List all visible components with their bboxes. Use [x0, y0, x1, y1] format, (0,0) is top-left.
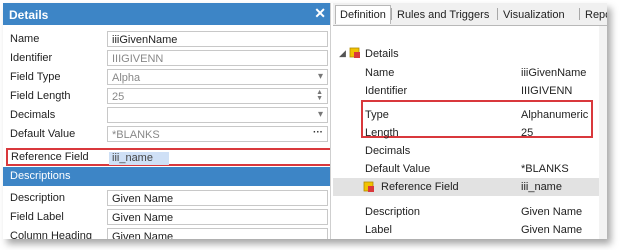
prop-row-type[interactable]: Type Alphanumeric	[333, 106, 607, 124]
tab-divider	[391, 8, 392, 20]
prop-key: Reference Field	[381, 181, 459, 193]
name-input[interactable]: iiiGivenName	[107, 31, 328, 47]
field-type-label: Field Type	[10, 71, 61, 83]
chevron-down-icon: ▾	[317, 109, 323, 120]
prop-row-length[interactable]: Length 25	[333, 124, 607, 142]
field-label-row: Field Label Given Name	[3, 208, 330, 227]
ellipsis-icon[interactable]: ···	[313, 127, 323, 138]
descriptions-section-title: Descriptions	[10, 170, 71, 182]
details-panel-header: Details ✕	[3, 3, 330, 25]
chevron-down-icon: ▾	[317, 71, 323, 82]
name-value: iiiGivenName	[112, 34, 178, 46]
tab-definition[interactable]: Definition	[335, 5, 391, 24]
prop-key: Name	[365, 67, 395, 79]
field-length-row: Field Length 25 ▲ ▼	[3, 87, 330, 106]
tab-rules-and-triggers[interactable]: Rules and Triggers	[393, 6, 493, 24]
column-heading-row: Column Heading Given Name	[3, 227, 330, 239]
reference-field-input[interactable]: iii_name	[109, 152, 169, 165]
field-type-value: Alpha	[112, 72, 141, 84]
prop-value: 25	[521, 127, 534, 139]
tab-visualization[interactable]: Visualization	[499, 6, 569, 24]
field-length-label: Field Length	[10, 90, 71, 102]
details-group-title: Details	[365, 48, 399, 60]
details-panel-title: Details	[9, 8, 49, 22]
details-panel: Details ✕ Name iiiGivenName Identifier I…	[3, 3, 331, 239]
prop-row-identifier[interactable]: Identifier IIIGIVENN	[333, 82, 607, 100]
prop-value: *BLANKS	[521, 163, 569, 175]
name-row: Name iiiGivenName	[3, 30, 330, 49]
definition-view: Definition Rules and Triggers Visualizat…	[333, 3, 607, 239]
prop-value: Given Name	[521, 206, 583, 218]
description-row: Description Given Name	[3, 189, 330, 208]
prop-value: IIIGIVENN	[521, 85, 573, 97]
prop-key: Decimals	[365, 145, 411, 157]
prop-row-name[interactable]: Name iiiGivenName	[333, 64, 607, 82]
description-value: Given Name	[112, 193, 174, 205]
identifier-label: Identifier	[10, 52, 53, 64]
column-heading-label: Column Heading	[10, 230, 92, 239]
default-value-input[interactable]: *BLANKS ···	[107, 126, 328, 142]
prop-key: Description	[365, 206, 421, 218]
prop-row-label[interactable]: Label Given Name	[333, 221, 607, 239]
reference-field-label: Reference Field	[11, 151, 89, 163]
prop-row-decimals[interactable]: Decimals	[333, 142, 607, 160]
prop-value: iiiGivenName	[521, 67, 587, 79]
field-label-input[interactable]: Given Name	[107, 209, 328, 225]
identifier-value: IIIGIVENN	[112, 53, 164, 65]
field-type-dropdown[interactable]: Alpha ▾	[107, 69, 328, 85]
prop-value: iii_name	[521, 181, 562, 193]
tab-strip: Definition Rules and Triggers Visualizat…	[333, 3, 607, 26]
reference-field-icon	[363, 181, 374, 192]
vertical-scrollbar[interactable]	[599, 26, 607, 239]
prop-key: Label	[365, 224, 392, 236]
decimals-row: Decimals ▾	[3, 106, 330, 125]
description-label: Description	[10, 192, 66, 204]
field-type-row: Field Type Alpha ▾	[3, 68, 330, 87]
descriptions-section-header[interactable]: Descriptions	[3, 167, 330, 186]
decimals-label: Decimals	[10, 109, 56, 121]
column-heading-input[interactable]: Given Name	[107, 228, 328, 239]
prop-row-reference-field[interactable]: Reference Field iii_name	[333, 178, 607, 196]
tab-divider	[497, 8, 498, 20]
identifier-row: Identifier IIIGIVENN	[3, 49, 330, 68]
field-label-value: Given Name	[112, 212, 174, 224]
description-input[interactable]: Given Name	[107, 190, 328, 206]
tab-divider	[579, 8, 580, 20]
prop-value: Given Name	[521, 224, 583, 236]
reference-field-highlight: Reference Field iii_name	[6, 148, 330, 166]
spinner-arrows-icon[interactable]: ▲ ▼	[316, 89, 323, 102]
prop-key: Identifier	[365, 85, 408, 97]
field-label-label: Field Label	[10, 211, 64, 223]
field-properties-icon	[349, 47, 360, 58]
field-length-value: 25	[112, 91, 125, 103]
prop-value: Alphanumeric	[521, 109, 589, 121]
decimals-dropdown[interactable]: ▾	[107, 107, 328, 123]
column-heading-value: Given Name	[112, 231, 174, 239]
prop-key: Type	[365, 109, 389, 121]
prop-row-default-value[interactable]: Default Value *BLANKS	[333, 160, 607, 178]
prop-row-description[interactable]: Description Given Name	[333, 203, 607, 221]
close-icon[interactable]: ✕	[314, 5, 326, 22]
name-label: Name	[10, 33, 40, 45]
identifier-input: IIIGIVENN	[107, 50, 328, 66]
collapse-triangle-icon[interactable]: ◢	[339, 48, 346, 59]
field-length-spinner[interactable]: 25 ▲ ▼	[107, 88, 328, 104]
reference-field-value: iii_name	[112, 152, 153, 164]
details-group-header[interactable]: ◢ Details	[333, 45, 607, 63]
default-value-value: *BLANKS	[112, 129, 160, 141]
tab-repository-help[interactable]: Repository Help	[581, 6, 607, 24]
default-value-row: Default Value *BLANKS ···	[3, 125, 330, 144]
default-value-label: Default Value	[10, 128, 76, 140]
prop-key: Length	[365, 127, 399, 139]
screenshot-frame: Details ✕ Name iiiGivenName Identifier I…	[3, 3, 607, 239]
prop-key: Default Value	[365, 163, 431, 175]
